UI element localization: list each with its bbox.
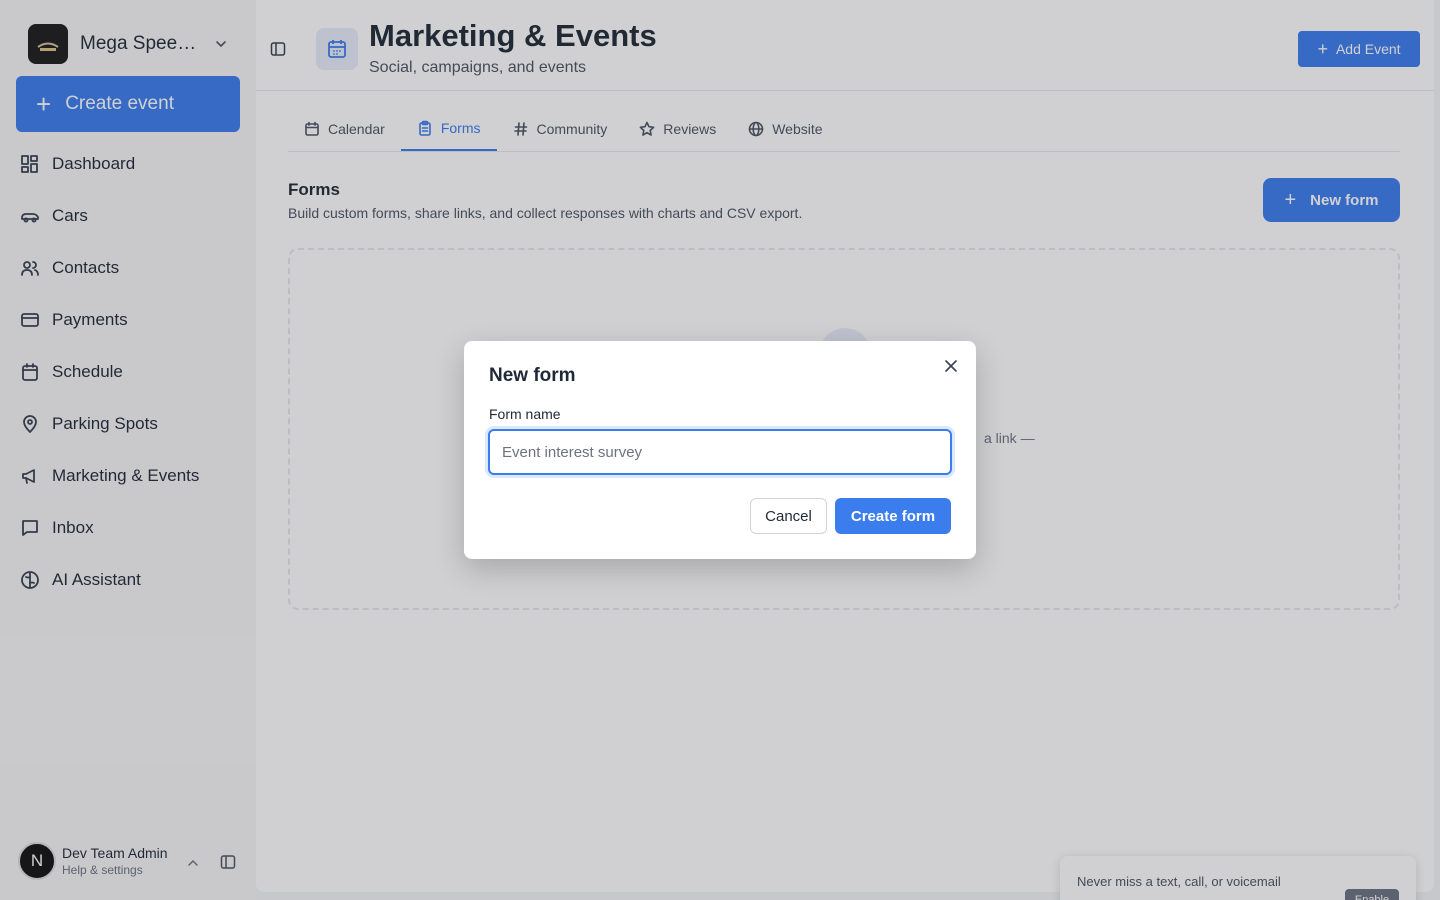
form-name-label: Form name xyxy=(489,406,561,422)
form-name-input[interactable] xyxy=(488,429,952,475)
new-form-dialog: New form Form name Cancel Create form xyxy=(464,341,976,559)
close-icon[interactable] xyxy=(944,359,958,373)
cancel-button[interactable]: Cancel xyxy=(750,498,827,534)
create-form-button[interactable]: Create form xyxy=(835,498,951,534)
dialog-title: New form xyxy=(489,365,576,386)
